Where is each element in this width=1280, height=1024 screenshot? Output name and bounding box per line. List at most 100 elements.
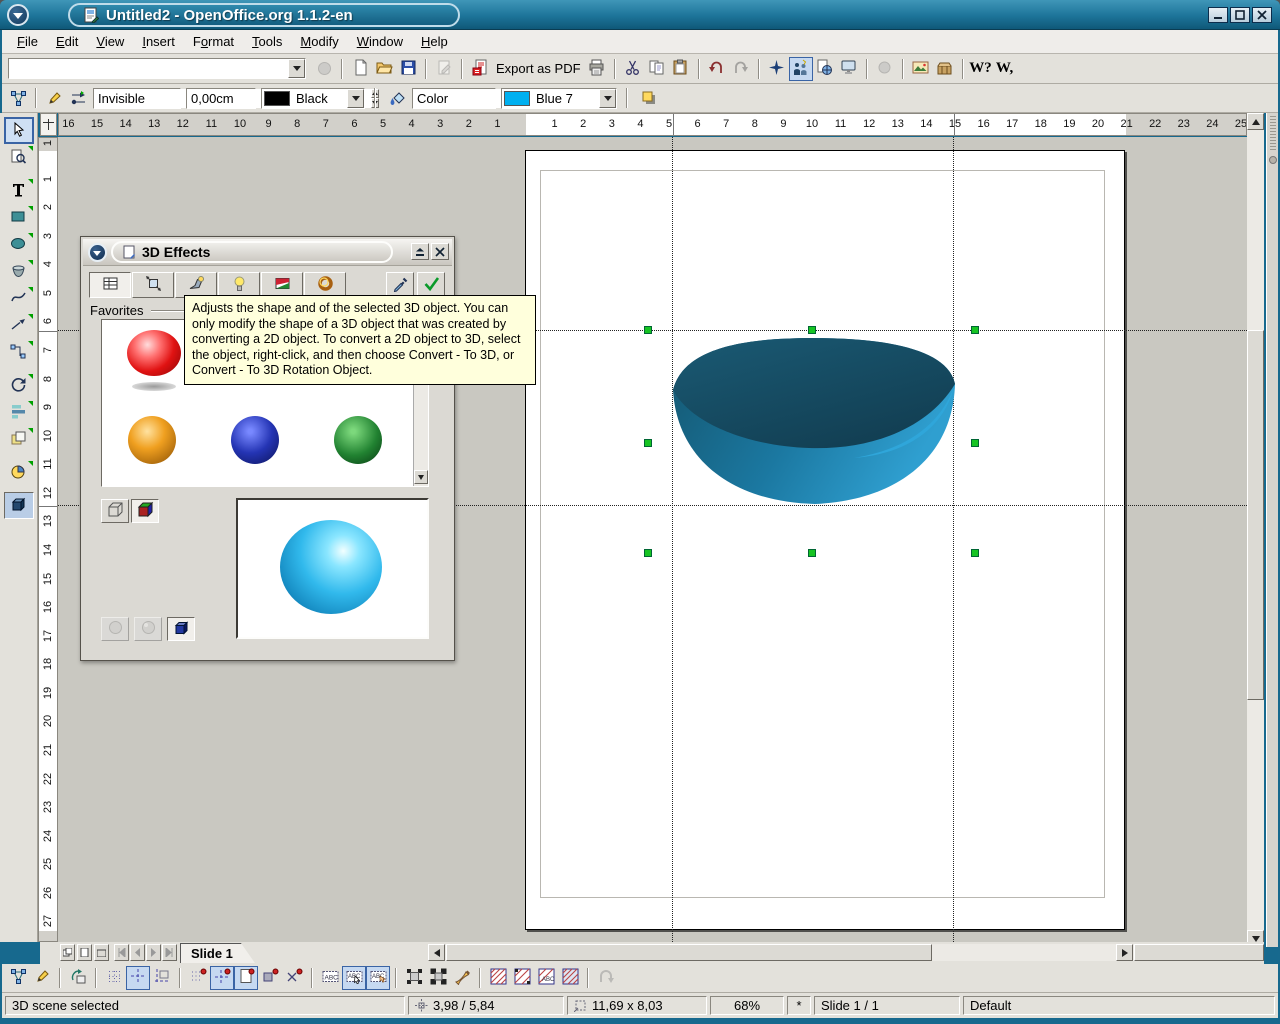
contour-mode-button[interactable] xyxy=(510,966,534,990)
tool-alignment[interactable] xyxy=(4,399,34,426)
dialog-pin-button[interactable] xyxy=(411,243,429,260)
line-color-value[interactable] xyxy=(292,89,347,108)
selection-handle[interactable] xyxy=(971,326,979,334)
menu-edit[interactable]: Edit xyxy=(47,31,87,52)
line-color-combobox[interactable] xyxy=(261,88,365,109)
edit-file-button[interactable] xyxy=(432,57,456,81)
selection-handle[interactable] xyxy=(971,549,979,557)
line-style-combobox[interactable] xyxy=(93,88,181,109)
vertical-scroll-thumb[interactable] xyxy=(1247,330,1264,700)
favorite-green-sphere[interactable] xyxy=(334,416,382,464)
fx-wire-cube-button[interactable] xyxy=(101,499,129,523)
snap-to-snap-lines-button[interactable] xyxy=(210,966,234,990)
arrow-style-button[interactable] xyxy=(66,86,90,110)
close-button[interactable] xyxy=(1252,7,1272,23)
quick-edit-button[interactable]: ABC xyxy=(318,966,342,990)
fill-style-button[interactable] xyxy=(385,86,409,110)
tool-rotate[interactable] xyxy=(4,372,34,399)
view-mode-button-1[interactable] xyxy=(60,944,75,961)
snap-to-points-button[interactable] xyxy=(282,966,306,990)
selection-handle[interactable] xyxy=(644,549,652,557)
show-grid-button[interactable] xyxy=(102,966,126,990)
new-document-button[interactable] xyxy=(348,57,372,81)
status-layout[interactable]: Default xyxy=(963,996,1275,1015)
tool-arrange[interactable] xyxy=(4,426,34,453)
scroll-up-button[interactable] xyxy=(1247,113,1264,130)
page-globe-button[interactable] xyxy=(813,57,837,81)
save-button[interactable] xyxy=(396,57,420,81)
large-handles-button[interactable] xyxy=(426,966,450,990)
printer-button[interactable] xyxy=(585,57,609,81)
tool-select[interactable] xyxy=(4,117,34,144)
show-snap-lines-button[interactable] xyxy=(126,966,150,990)
menu-tools[interactable]: Tools xyxy=(243,31,291,52)
double-click-text-button[interactable]: ABC xyxy=(366,966,390,990)
scroll-right-button[interactable] xyxy=(1116,944,1133,961)
fill-color-combobox[interactable] xyxy=(501,88,617,109)
redo-button[interactable] xyxy=(729,57,753,81)
text-placeholder-button[interactable]: ABC xyxy=(534,966,558,990)
helplines-moving-button[interactable] xyxy=(150,966,174,990)
shadow-button[interactable] xyxy=(637,86,661,110)
edit-points-button[interactable] xyxy=(6,966,30,990)
dialog-close-button[interactable] xyxy=(431,243,449,260)
url-combobox[interactable] xyxy=(8,58,306,79)
edit-points-button[interactable] xyxy=(6,86,30,110)
pdf-document-button[interactable] xyxy=(468,57,492,81)
last-slide-button[interactable] xyxy=(162,944,177,961)
menu-window[interactable]: Window xyxy=(348,31,412,52)
fx-sphere-light-button[interactable] xyxy=(134,617,162,641)
snap-guide-vertical[interactable] xyxy=(953,137,954,942)
selection-handle[interactable] xyxy=(644,326,652,334)
status-position[interactable]: 3,98 / 5,84 xyxy=(408,996,564,1015)
record-circle-button[interactable] xyxy=(873,57,897,81)
tool-rotation-body[interactable] xyxy=(4,258,34,285)
next-slide-button[interactable] xyxy=(146,944,161,961)
selection-handle[interactable] xyxy=(808,326,816,334)
tool-line-arrow[interactable] xyxy=(4,312,34,339)
snap-to-border-button[interactable] xyxy=(258,966,282,990)
dialog-title-bar[interactable]: 3D Effects xyxy=(83,239,452,266)
help-agent-button[interactable]: W, xyxy=(993,57,1017,81)
status-size[interactable]: 11,69 x 8,03 xyxy=(567,996,707,1015)
line-color-dropdown[interactable] xyxy=(347,89,364,108)
gallery-button[interactable] xyxy=(909,57,933,81)
fill-color-value[interactable] xyxy=(532,89,599,108)
snap-guide-vertical[interactable] xyxy=(672,137,673,942)
vertical-ruler[interactable]: 1123456789101112131415161718192021222324… xyxy=(38,137,58,942)
dialog-menu-button[interactable] xyxy=(88,243,107,262)
menu-insert[interactable]: Insert xyxy=(133,31,184,52)
list-scroll-down[interactable] xyxy=(414,470,428,484)
window-menu-button[interactable] xyxy=(7,4,29,26)
draft-all-button[interactable] xyxy=(558,966,582,990)
vertical-scrollbar[interactable] xyxy=(1247,113,1264,947)
fx-sphere-plain-button[interactable] xyxy=(101,617,129,641)
view-mode-button-3[interactable] xyxy=(94,944,109,961)
menu-help[interactable]: Help xyxy=(412,31,457,52)
simple-handles-button[interactable] xyxy=(402,966,426,990)
first-slide-button[interactable] xyxy=(114,944,129,961)
3d-bowl-object[interactable] xyxy=(668,333,960,509)
tool-zoom-page[interactable] xyxy=(4,144,34,171)
minimize-button[interactable] xyxy=(1208,7,1228,23)
tool-object-3d[interactable] xyxy=(4,492,34,519)
whats-this-button[interactable]: W? xyxy=(969,57,993,81)
open-folder-button[interactable] xyxy=(372,57,396,81)
stop-loading-button[interactable] xyxy=(312,57,336,81)
previous-slide-button[interactable] xyxy=(130,944,145,961)
presentation-helper-button[interactable] xyxy=(789,57,813,81)
fx-tab-favorites-grid[interactable] xyxy=(89,272,131,298)
favorite-red-sphere[interactable] xyxy=(127,330,181,376)
fx-cube-3d-button[interactable] xyxy=(167,617,195,641)
maximize-button[interactable] xyxy=(1230,7,1250,23)
status-slide[interactable]: Slide 1 / 1 xyxy=(814,996,960,1015)
exit-group-button[interactable] xyxy=(594,966,618,990)
menu-modify[interactable]: Modify xyxy=(291,31,347,52)
menu-file[interactable]: File xyxy=(8,31,47,52)
horizontal-ruler[interactable]: 1716151413121110987654321123456789101112… xyxy=(58,113,1247,136)
export-pdf-label[interactable]: Export as PDF xyxy=(492,61,585,76)
line-pen-button[interactable] xyxy=(42,86,66,110)
docked-toolbar-grip[interactable] xyxy=(1266,113,1278,947)
monitor-button[interactable] xyxy=(837,57,861,81)
line-width-field[interactable] xyxy=(186,88,256,109)
